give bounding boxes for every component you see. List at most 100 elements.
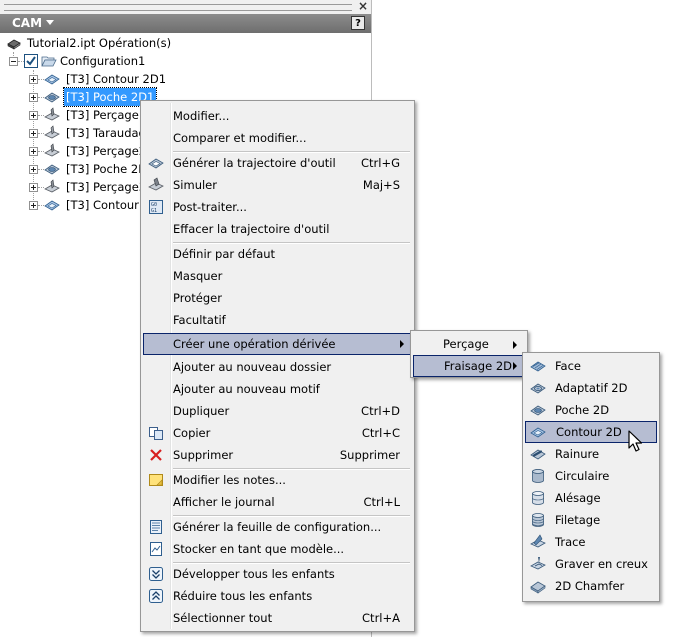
menu-item-label: Filetage [555,513,601,527]
submenu-item-milling-2d[interactable]: Fraisage 2D [413,355,525,377]
thread-icon [532,513,544,527]
menu-item-show-log[interactable]: Afficher le journal Ctrl+L [143,491,412,513]
menu-item-shortcut: Ctrl+A [362,611,400,625]
tree-operation[interactable]: [T3] Perçage2 [29,142,149,160]
menu-item-label: Face [555,359,582,373]
menu-item-set-default[interactable]: Définir par défaut [143,243,412,265]
milling-2d-submenu: Face Adaptatif 2D Poche 2D Contour 2D Ra… [522,352,660,602]
expand-all-icon [149,567,163,581]
expand-icon[interactable] [29,183,38,192]
submenu-item-circular[interactable]: Circulaire [525,465,657,487]
tree-operation[interactable]: [T3] Contour 2 [29,196,150,214]
drilling-icon [44,107,60,121]
slot-icon [530,449,546,460]
menu-item-label: 2D Chamfer [555,579,625,593]
expand-icon[interactable] [29,129,38,138]
menu-item-hide[interactable]: Masquer [143,265,412,287]
trace-icon [530,534,546,548]
tree-operation[interactable]: [T3] Perçage3 [29,178,149,196]
menu-item-label: Graver en creux [555,557,648,571]
tree-operation[interactable]: [T3] Poche 2D [29,160,149,178]
expand-icon[interactable] [29,111,38,120]
menu-item-modifier[interactable]: Modifier... [143,105,412,127]
expand-icon[interactable] [29,93,38,102]
close-icon[interactable]: × [358,0,368,13]
submenu-item-trace[interactable]: Trace [525,531,657,553]
collapse-icon[interactable] [9,57,18,66]
menu-item-collapse-all[interactable]: Réduire tous les enfants [143,585,412,607]
submenu-item-adaptive-2d[interactable]: Adaptatif 2D [525,377,657,399]
menu-item-optional[interactable]: Facultatif [143,309,412,331]
engrave-icon [530,557,546,570]
drilling-icon [44,143,60,157]
submenu-item-boring[interactable]: Alésage [525,487,657,509]
help-button[interactable]: ? [351,16,365,30]
menu-item-clear-toolpath[interactable]: Effacer la trajectoire d'outil [143,218,412,240]
tapping-icon [44,125,60,139]
submenu-item-pocket-2d[interactable]: Poche 2D [525,399,657,421]
submenu-arrow-icon [400,340,404,348]
menu-item-delete[interactable]: Supprimer Supprimer [143,444,412,466]
menu-item-setup-sheet[interactable]: Générer la feuille de configuration... [143,516,412,538]
menu-item-label: Développer tous les enfants [173,567,335,581]
chevron-down-icon[interactable] [46,20,54,25]
submenu-item-drilling[interactable]: Perçage [413,333,525,355]
menu-item-select-all[interactable]: Sélectionner tout Ctrl+A [143,607,412,629]
menu-item-label: Stocker en tant que modèle... [173,542,345,556]
operation-label: [T3] Perçage3 [66,180,147,194]
menu-item-label: Réduire tous les enfants [173,589,313,603]
menu-item-post-process[interactable]: G0 G1 Post-traiter... [143,196,412,218]
simulate-icon [148,177,164,191]
tree-root-label: Tutorial2.ipt Opération(s) [27,36,172,50]
menu-item-shortcut: Ctrl+C [361,426,400,440]
panel-grip-bar[interactable]: × [0,0,371,14]
chamfer-icon [530,581,546,594]
menu-item-edit-notes[interactable]: Modifier les notes... [143,469,412,491]
menu-item-store-template[interactable]: Stocker en tant que modèle... [143,538,412,560]
folder-open-icon [41,56,57,67]
menu-item-comparer-modifier[interactable]: Comparer et modifier... [143,127,412,149]
contour-2d-icon [44,200,60,211]
tree-operation[interactable]: [T3] Contour 2D1 [29,70,229,88]
pocket-2d-icon [44,92,60,103]
mouse-cursor-icon [628,430,643,452]
menu-item-label: Générer la trajectoire d'outil [173,156,336,170]
expand-icon[interactable] [29,201,38,210]
menu-item-simulate[interactable]: Simuler Maj+S [143,174,412,196]
post-process-icon: G0 G1 [149,200,163,214]
pocket-2d-icon [530,405,546,416]
menu-item-expand-all[interactable]: Développer tous les enfants [143,563,412,585]
menu-item-generate-toolpath[interactable]: Générer la trajectoire d'outil Ctrl+G [143,152,412,174]
menu-item-label: Supprimer [173,448,234,462]
grip-lines [4,4,352,11]
setup-sheet-icon [150,520,162,534]
menu-item-label: Créer une opération dérivée [173,337,336,351]
panel-titlebar[interactable]: CAM [0,14,371,33]
menu-item-shortcut: Ctrl+G [360,156,400,170]
menu-item-duplicate[interactable]: Dupliquer Ctrl+D [143,400,412,422]
expand-icon[interactable] [29,147,38,156]
tree-configuration[interactable]: Configuration1 [9,52,209,70]
menu-item-add-new-pattern[interactable]: Ajouter au nouveau motif [143,378,412,400]
face-icon [530,361,546,372]
menu-item-create-derived-operation[interactable]: Créer une opération dérivée [143,333,412,355]
menu-item-label: Alésage [555,491,601,505]
checkbox-checked-icon[interactable] [24,54,38,68]
menu-item-copy[interactable]: Copier Ctrl+C [143,422,412,444]
tree-operation[interactable]: [T3] Perçage1 [29,106,149,124]
menu-item-label: Poche 2D [555,403,610,417]
panel-title: CAM [12,16,43,30]
menu-item-label: Protéger [173,291,222,305]
boring-icon [532,491,544,505]
menu-item-protect[interactable]: Protéger [143,287,412,309]
submenu-item-threading[interactable]: Filetage [525,509,657,531]
submenu-item-face[interactable]: Face [525,355,657,377]
tree-operation[interactable]: [T3] Taraudag [29,124,149,142]
menu-item-label: Fraisage 2D [444,359,512,373]
submenu-item-2d-chamfer[interactable]: 2D Chamfer [525,575,657,597]
expand-icon[interactable] [29,75,38,84]
expand-icon[interactable] [29,165,38,174]
menu-item-add-new-folder[interactable]: Ajouter au nouveau dossier [143,356,412,378]
menu-item-label: Rainure [555,447,600,461]
submenu-item-engrave[interactable]: Graver en creux [525,553,657,575]
